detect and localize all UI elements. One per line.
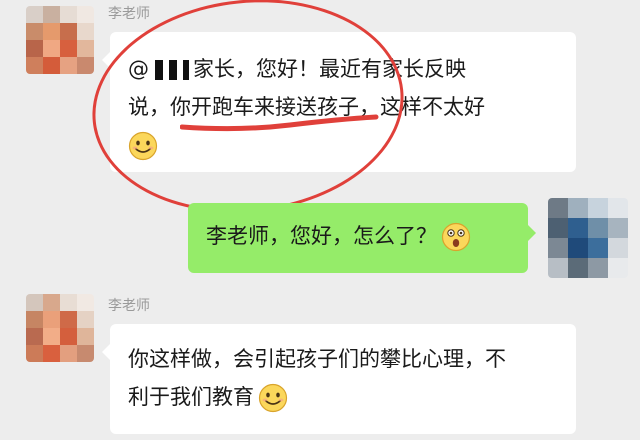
message-bubble-sent[interactable]: 李老师，您好，怎么了？ <box>188 203 536 273</box>
bubble-tail <box>528 225 536 241</box>
message-line: 利于我们教育 <box>128 378 564 416</box>
teacher-avatar[interactable] <box>26 294 94 362</box>
message-line: 说，你开跑车来接送孩子，这样不太好 <box>128 88 560 126</box>
bubble-tail <box>102 344 110 360</box>
message-text: 说，你开跑车来接送孩子，这样不太好 <box>128 95 485 119</box>
redacted-name <box>149 58 193 82</box>
sender-name: 李老师 <box>108 298 150 314</box>
message-line: @ 家长，您好！最近有家长反映 <box>128 50 560 88</box>
parent-avatar[interactable] <box>548 198 628 278</box>
message-line: 你这样做，会引起孩子们的攀比心理，不 <box>128 340 564 378</box>
smile-emoji-icon <box>128 131 158 161</box>
emoji-line <box>128 130 560 161</box>
sender-name: 李老师 <box>108 6 150 22</box>
mention-symbol: @ <box>128 57 149 81</box>
message-text: 家长，您好！最近有家长反映 <box>193 57 466 81</box>
message-bubble-received[interactable]: @ 家长，您好！最近有家长反映 说，你开跑车来接送孩子，这样不太好 <box>102 32 576 172</box>
smile-emoji-icon <box>258 383 288 413</box>
message-text: 你这样做，会引起孩子们的攀比心理，不 <box>128 347 506 371</box>
message-bubble-received[interactable]: 你这样做，会引起孩子们的攀比心理，不 利于我们教育 <box>102 324 576 434</box>
shocked-emoji-icon <box>441 222 471 252</box>
message-text: 李老师，您好，怎么了？ <box>206 224 437 248</box>
message-text: 利于我们教育 <box>128 385 254 409</box>
bubble-tail <box>102 52 110 68</box>
teacher-avatar[interactable] <box>26 6 94 74</box>
